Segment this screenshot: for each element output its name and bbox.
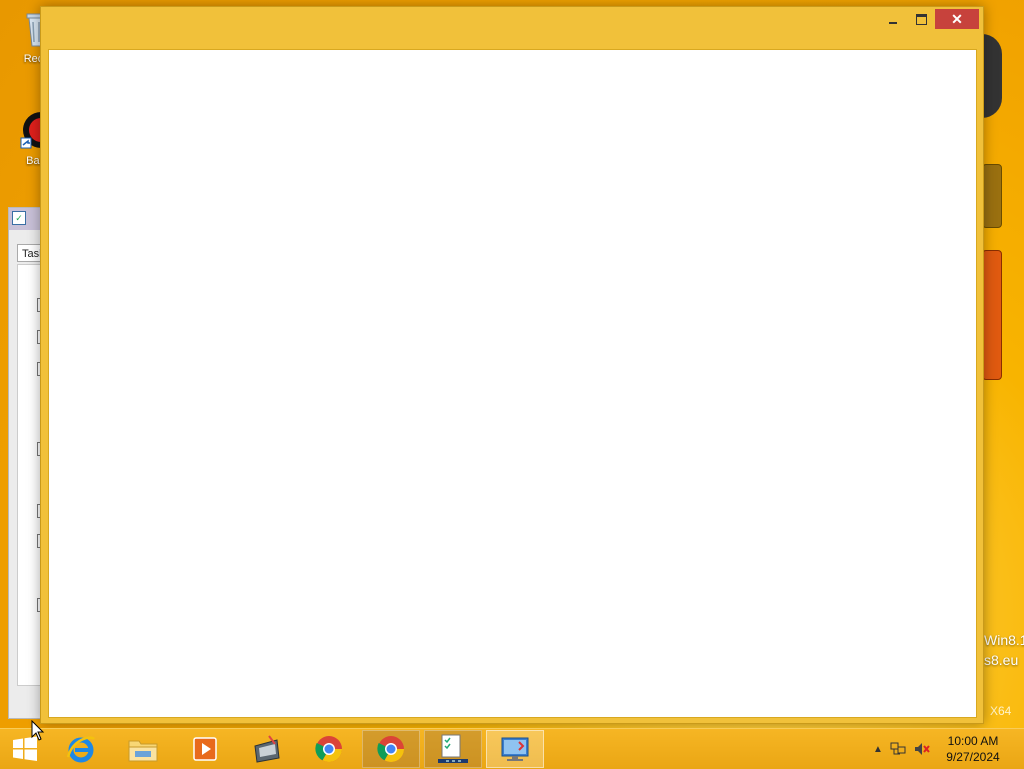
window-titlebar[interactable]: ✕: [41, 7, 983, 49]
watermark-arch: X64: [990, 704, 1012, 718]
show-hidden-icons[interactable]: ▲: [870, 741, 886, 757]
taskbar-utility[interactable]: [238, 730, 296, 768]
toolbox-icon: [254, 735, 280, 763]
taskbar-media-player[interactable]: [176, 730, 234, 768]
taskbar-internet-explorer[interactable]: [52, 730, 110, 768]
system-tray: ▲ 10:00 AM 9/27/2024: [864, 729, 1024, 769]
taskbar-task-checklist[interactable]: [424, 730, 482, 768]
close-button[interactable]: ✕: [935, 9, 979, 29]
minimize-button[interactable]: [879, 9, 907, 29]
taskbar-chrome-running[interactable]: [362, 730, 420, 768]
close-icon: ✕: [951, 11, 963, 27]
chrome-icon: [377, 736, 405, 763]
watermark-line-1: Win8.1: [984, 632, 1024, 648]
taskbar-chrome[interactable]: [300, 730, 358, 768]
taskbar-clock[interactable]: 10:00 AM 9/27/2024: [930, 733, 1016, 765]
watermark-line-2: s8.eu: [984, 652, 1019, 668]
internet-explorer-icon: [66, 736, 95, 763]
maximize-icon: [915, 13, 927, 25]
volume-tray-button[interactable]: [914, 741, 930, 757]
volume-muted-icon: [915, 743, 930, 755]
clock-date: 9/27/2024: [946, 750, 1000, 764]
main-window[interactable]: ✕: [40, 6, 984, 724]
network-tray-button[interactable]: [890, 741, 906, 757]
taskbar-file-explorer[interactable]: [114, 730, 172, 768]
chevron-up-icon: ▲: [873, 743, 883, 755]
folder-icon: [128, 740, 158, 762]
taskbar: ▲ 10:00 AM 9/27/2024: [0, 728, 1024, 769]
clock-gadget[interactable]: [982, 34, 1002, 118]
mouse-cursor-icon: [31, 720, 45, 741]
calendar-gadget[interactable]: [982, 250, 1002, 380]
minimize-icon: [889, 22, 897, 24]
clock-time: 10:00 AM: [947, 734, 999, 748]
monitor-icon: [501, 737, 529, 761]
checklist-icon: ✓: [12, 211, 26, 225]
checklist-icon: [438, 734, 468, 763]
media-player-icon: [193, 737, 217, 761]
window-content-area[interactable]: [48, 49, 977, 718]
maximize-button[interactable]: [907, 9, 935, 29]
network-icon: [890, 742, 906, 755]
taskbar-remote-desktop[interactable]: [486, 730, 544, 768]
os-watermark: Win8.1 s8.eu: [984, 630, 1024, 670]
weather-gadget[interactable]: [982, 164, 1002, 228]
chrome-icon: [315, 736, 343, 763]
